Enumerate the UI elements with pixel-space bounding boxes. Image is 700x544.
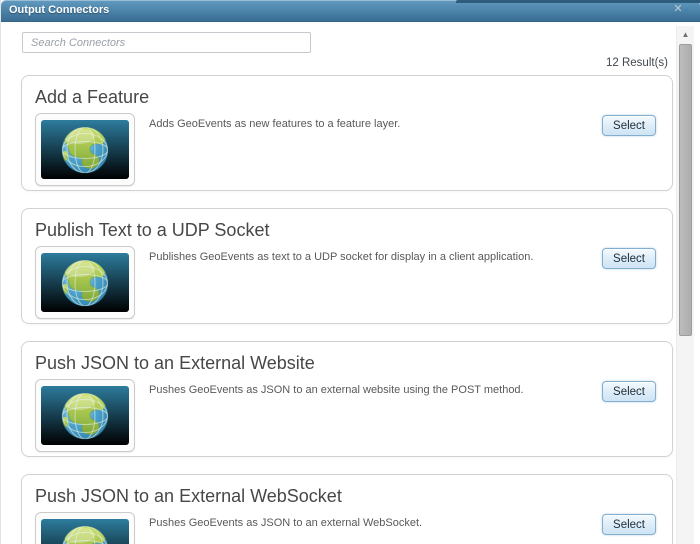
- scrollbar[interactable]: ▲: [676, 26, 694, 544]
- search-input[interactable]: [22, 32, 311, 53]
- select-button[interactable]: Select: [602, 248, 656, 269]
- globe-icon: [41, 519, 129, 544]
- globe-icon: [41, 253, 129, 312]
- connector-title: Push JSON to an External WebSocket: [35, 486, 342, 506]
- connector-title: Add a Feature: [35, 87, 150, 107]
- connector-thumbnail: [35, 379, 135, 452]
- dialog-content: 12 Result(s) Add a Feature Adds GeoEvent…: [1, 21, 700, 544]
- connector-description: Publishes GeoEvents as text to a UDP soc…: [149, 251, 534, 263]
- connector-list: Add a Feature Adds GeoEvents as new feat…: [21, 75, 673, 544]
- scroll-up-icon[interactable]: ▲: [677, 28, 694, 42]
- output-connectors-dialog: Output Connectors ✕ 12 Result(s) Add a F…: [0, 0, 700, 544]
- dialog-title: Output Connectors: [9, 4, 110, 16]
- connector-card: Publish Text to a UDP Socket Publishes G…: [21, 208, 673, 324]
- scrollbar-thumb[interactable]: [679, 44, 692, 336]
- connector-title: Push JSON to an External Website: [35, 353, 315, 373]
- connector-card: Push JSON to an External WebSocket Pushe…: [21, 474, 673, 544]
- connector-thumbnail: [35, 113, 135, 186]
- select-button[interactable]: Select: [602, 115, 656, 136]
- select-button[interactable]: Select: [602, 381, 656, 402]
- results-count: 12 Result(s): [606, 57, 668, 69]
- connector-description: Pushes GeoEvents as JSON to an external …: [149, 517, 423, 529]
- connector-card: Add a Feature Adds GeoEvents as new feat…: [21, 75, 673, 191]
- connector-card: Push JSON to an External Website Pushes …: [21, 341, 673, 457]
- connector-thumbnail: [35, 246, 135, 319]
- close-icon[interactable]: ✕: [672, 3, 684, 15]
- page-banner-strip: [456, 0, 700, 3]
- connector-thumbnail: [35, 512, 135, 544]
- globe-icon: [41, 120, 129, 179]
- globe-icon: [41, 386, 129, 445]
- dialog-titlebar: Output Connectors: [1, 0, 700, 22]
- connector-description: Pushes GeoEvents as JSON to an external …: [149, 384, 524, 396]
- select-button[interactable]: Select: [602, 514, 656, 535]
- connector-title: Publish Text to a UDP Socket: [35, 220, 270, 240]
- screen: Output Connectors ✕ 12 Result(s) Add a F…: [0, 0, 700, 544]
- connector-description: Adds GeoEvents as new features to a feat…: [149, 118, 401, 130]
